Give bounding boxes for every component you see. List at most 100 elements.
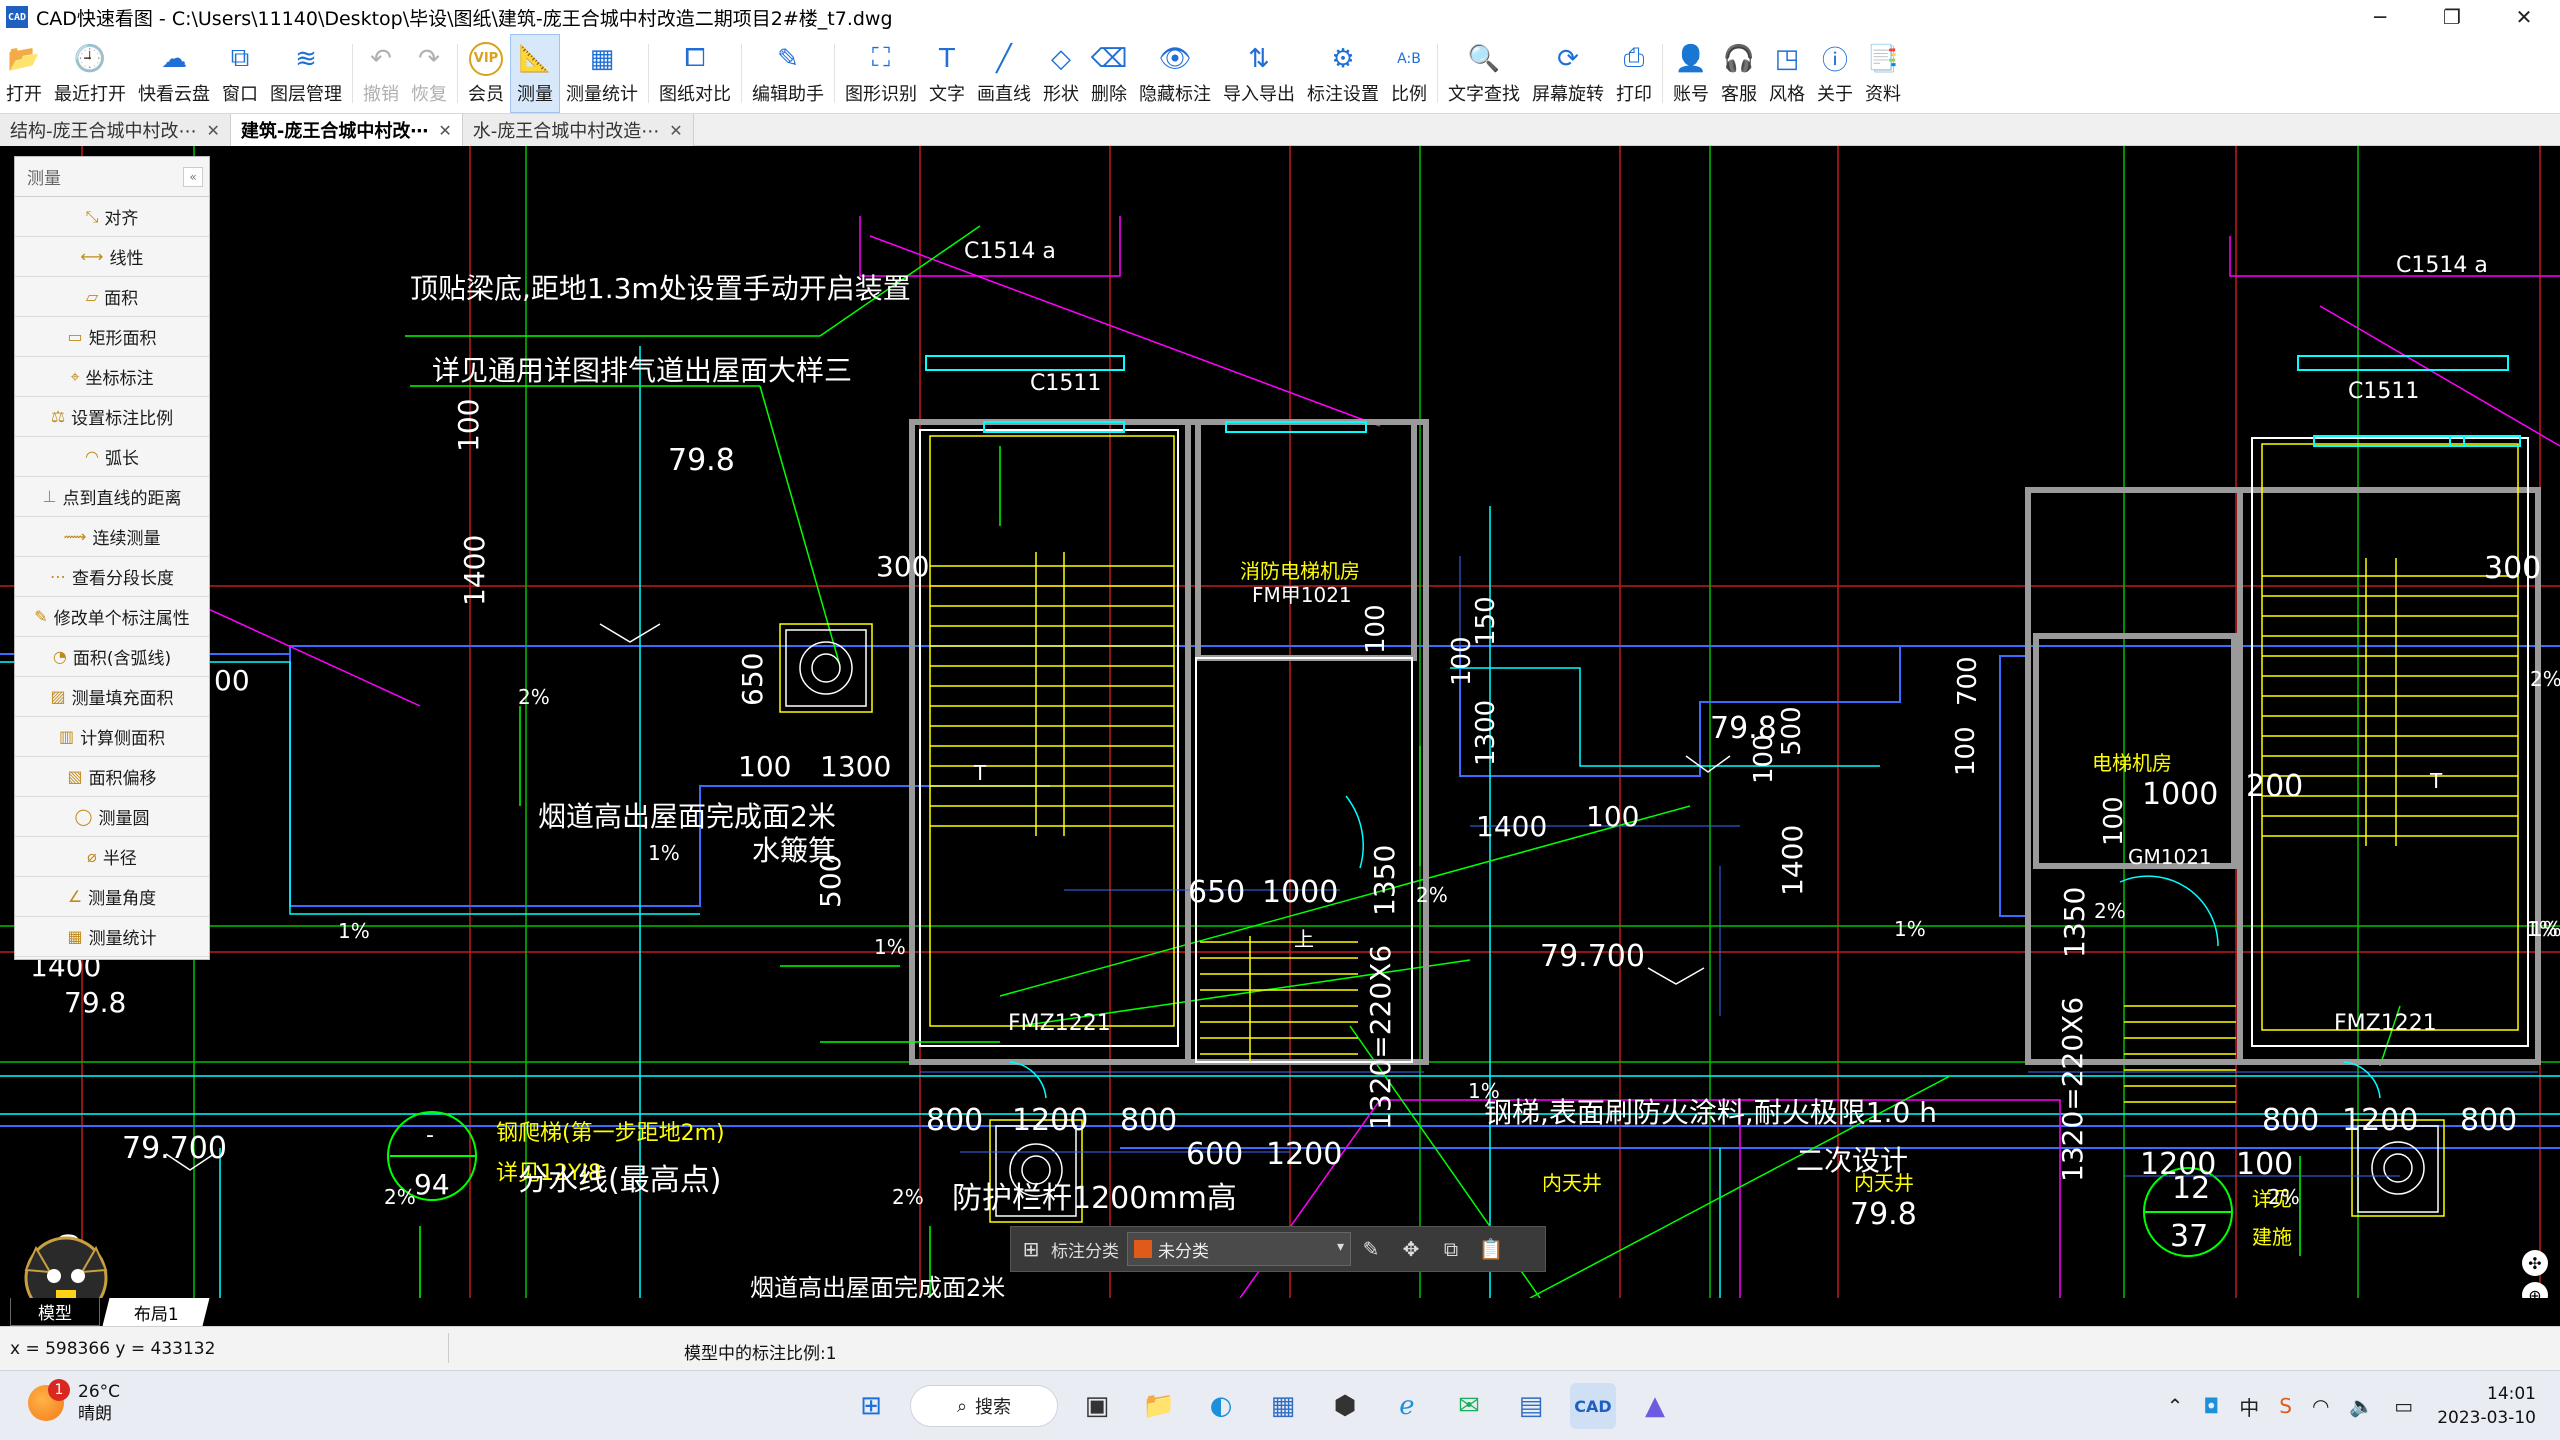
ribbon-label: 客服 (1721, 83, 1757, 105)
close-icon[interactable]: ✕ (669, 121, 682, 140)
tab-layout1[interactable]: 布局1 (102, 1298, 210, 1326)
close-icon[interactable]: ✕ (2488, 0, 2560, 34)
tray-app-icon[interactable]: ◘ (2203, 1394, 2219, 1418)
ribbon-button-redo[interactable]: ↷ 恢复 (405, 34, 453, 113)
cad-taskbar-icon[interactable]: CAD (1570, 1383, 1616, 1429)
weather-widget[interactable]: 1 26°C 晴朗 (28, 1379, 120, 1425)
volume-icon[interactable]: 🔈 (2349, 1394, 2374, 1418)
ribbon-button-text-search[interactable]: 🔍 文字查找 (1442, 34, 1526, 113)
green-app-icon[interactable]: ✉ (1446, 1383, 1492, 1429)
taskbar-search[interactable]: ⌕ 搜索 (910, 1385, 1058, 1427)
measure-item-measure-stats[interactable]: ▦ 测量统计 (15, 917, 209, 957)
measure-item-area[interactable]: ▱ 面积 (15, 277, 209, 317)
task-view-icon[interactable]: ▣ (1074, 1383, 1120, 1429)
maximize-icon[interactable]: ❐ (2416, 0, 2488, 34)
ribbon-button-vip[interactable]: VIP 会员 (462, 34, 510, 113)
ribbon-button-eraser[interactable]: ⌫ 删除 (1085, 34, 1133, 113)
expand-icon[interactable]: ✣ (2522, 1250, 2548, 1276)
ribbon-button-measure[interactable]: 📐 测量 (510, 34, 560, 113)
wifi-icon[interactable]: ◠ (2312, 1394, 2329, 1418)
measure-item-edit-annotation[interactable]: ✎ 修改单个标注属性 (15, 597, 209, 637)
battery-icon[interactable]: ▭ (2394, 1394, 2413, 1418)
taskbar-search-label: 搜索 (975, 1397, 1012, 1418)
ribbon-button-shape-recognize[interactable]: ⛶ 图形识别 (839, 34, 923, 113)
edge-browser-icon[interactable]: ◐ (1198, 1383, 1244, 1429)
ribbon-label: 窗口 (222, 83, 258, 105)
panel-close-icon[interactable]: « (183, 167, 203, 187)
grid-category-icon[interactable]: ⊞ (1011, 1237, 1051, 1261)
ribbon-button-hide-annotation[interactable]: 👁 隐藏标注 (1133, 34, 1217, 113)
note-steel-stair: 钢梯,表面刷防火涂料,耐火极限1.0 h (1484, 1096, 1937, 1129)
measure-item-radius[interactable]: ⌀ 半径 (15, 837, 209, 877)
start-icon[interactable]: ⊞ (848, 1383, 894, 1429)
ribbon-button-annotation-settings[interactable]: ⚙ 标注设置 (1301, 34, 1385, 113)
ribbon-button-folder[interactable]: 📂 打开 (0, 34, 48, 113)
drawing-canvas[interactable]: C1514 a C1514 a C1511 C1511 顶贴梁底,距地1.3m处… (0, 146, 2560, 1298)
ribbon-button-clock[interactable]: 🕘 最近打开 (48, 34, 132, 113)
ribbon-button-undo[interactable]: ↶ 撤销 (357, 34, 405, 113)
sogou-icon[interactable]: S (2279, 1394, 2292, 1418)
ribbon-button-docs[interactable]: 📑 资料 (1859, 34, 1907, 113)
ribbon-button-import-export[interactable]: ⇅ 导入导出 (1217, 34, 1301, 113)
measure-item-coordinate[interactable]: ⌖ 坐标标注 (15, 357, 209, 397)
measure-item-angle[interactable]: ∠ 测量角度 (15, 877, 209, 917)
close-icon[interactable]: ✕ (207, 121, 220, 140)
paste-icon[interactable]: 📋 (1471, 1237, 1511, 1261)
ribbon-button-measure-stats[interactable]: ▦ 测量统计 (560, 34, 644, 113)
ribbon-button-rotate[interactable]: ⟳ 屏幕旋转 (1526, 34, 1610, 113)
ribbon-button-line[interactable]: ╱ 画直线 (971, 34, 1037, 113)
chevron-down-icon: ▾ (1336, 1239, 1344, 1255)
measure-item-continuous-measure[interactable]: ⟿ 连续测量 (15, 517, 209, 557)
measure-item-align-measure[interactable]: ⤡ 对齐 (15, 197, 209, 237)
coordinate-icon: ⌖ (70, 366, 80, 386)
measure-item-segment-length[interactable]: ⋯ 查看分段长度 (15, 557, 209, 597)
measure-item-rect-area[interactable]: ▭ 矩形面积 (15, 317, 209, 357)
copy-icon[interactable]: ⧉ (1431, 1237, 1471, 1261)
tab-model[interactable]: 模型 (10, 1298, 100, 1326)
ribbon-button-text[interactable]: T 文字 (923, 34, 971, 113)
minimize-icon[interactable]: ─ (2344, 0, 2416, 34)
document-tab[interactable]: 结构-庞王合城中村改⋯ ✕ (0, 114, 231, 146)
measure-item-arc-area[interactable]: ◔ 面积(含弧线) (15, 637, 209, 677)
ribbon-button-headset[interactable]: 🎧 客服 (1715, 34, 1763, 113)
ime-icon[interactable]: 中 (2239, 1392, 2259, 1421)
system-clock[interactable]: 14:01 2023-03-10 (2437, 1382, 2536, 1430)
store-icon[interactable]: ▦ (1260, 1383, 1306, 1429)
mascot-image[interactable] (0, 1226, 130, 1298)
ie-browser-icon[interactable]: ℯ (1384, 1383, 1430, 1429)
measure-item-arc-length[interactable]: ◠ 弧长 (15, 437, 209, 477)
measure-item-side-area[interactable]: ▥ 计算侧面积 (15, 717, 209, 757)
ribbon-button-window[interactable]: ⧉ 窗口 (216, 34, 264, 113)
ribbon-button-shape[interactable]: ◇ 形状 (1037, 34, 1085, 113)
measure-item-circle-measure[interactable]: ◯ 测量圆 (15, 797, 209, 837)
notes-app-icon[interactable]: ▤ (1508, 1383, 1554, 1429)
ribbon-button-account[interactable]: 👤 账号 (1667, 34, 1715, 113)
measure-item-linear-measure[interactable]: ⟷ 线性 (15, 237, 209, 277)
arc-app-icon[interactable]: ▲ (1632, 1383, 1678, 1429)
ribbon-button-cloud[interactable]: ☁ 快看云盘 (132, 34, 216, 113)
measure-item-area-offset[interactable]: ▧ 面积偏移 (15, 757, 209, 797)
ribbon-button-info[interactable]: ⓘ 关于 (1811, 34, 1859, 113)
file-explorer-icon[interactable]: 📁 (1136, 1383, 1182, 1429)
document-tab[interactable]: 建筑-庞王合城中村改⋯ ✕ (230, 114, 463, 146)
measure-item-point-line-distance[interactable]: ⊥ 点到直线的距离 (15, 477, 209, 517)
edit-icon[interactable]: ✎ (1351, 1237, 1391, 1261)
zoom-icon[interactable]: ⊕ (2522, 1282, 2548, 1298)
close-icon[interactable]: ✕ (438, 121, 451, 140)
move-icon[interactable]: ✥ (1391, 1237, 1431, 1261)
tab-model-label: 模型 (38, 1304, 72, 1324)
ribbon-button-edit-assistant[interactable]: ✎ 编辑助手 (746, 34, 830, 113)
hide-annotation-icon: 👁 (1158, 43, 1192, 74)
annotation-category-select[interactable]: 未分类 ▾ (1127, 1232, 1351, 1266)
measure-item-set-scale[interactable]: ⚖ 设置标注比例 (15, 397, 209, 437)
ribbon-button-layers[interactable]: ≋ 图层管理 (264, 34, 348, 113)
ribbon-button-style[interactable]: ◳ 风格 (1763, 34, 1811, 113)
document-tab[interactable]: 水-庞王合城中村改造⋯ ✕ (462, 114, 694, 146)
dim-1350-mid: 1350 (1368, 845, 1401, 916)
measure-item-fill-area[interactable]: ▨ 测量填充面积 (15, 677, 209, 717)
tray-chevron-icon[interactable]: ⌃ (2167, 1394, 2184, 1418)
cube-app-icon[interactable]: ⬢ (1322, 1383, 1368, 1429)
ribbon-button-print[interactable]: ⎙ 打印 (1610, 34, 1658, 113)
ribbon-button-compare[interactable]: ⧠ 图纸对比 (653, 34, 737, 113)
ribbon-button-scale[interactable]: A:B 比例 (1385, 34, 1433, 113)
